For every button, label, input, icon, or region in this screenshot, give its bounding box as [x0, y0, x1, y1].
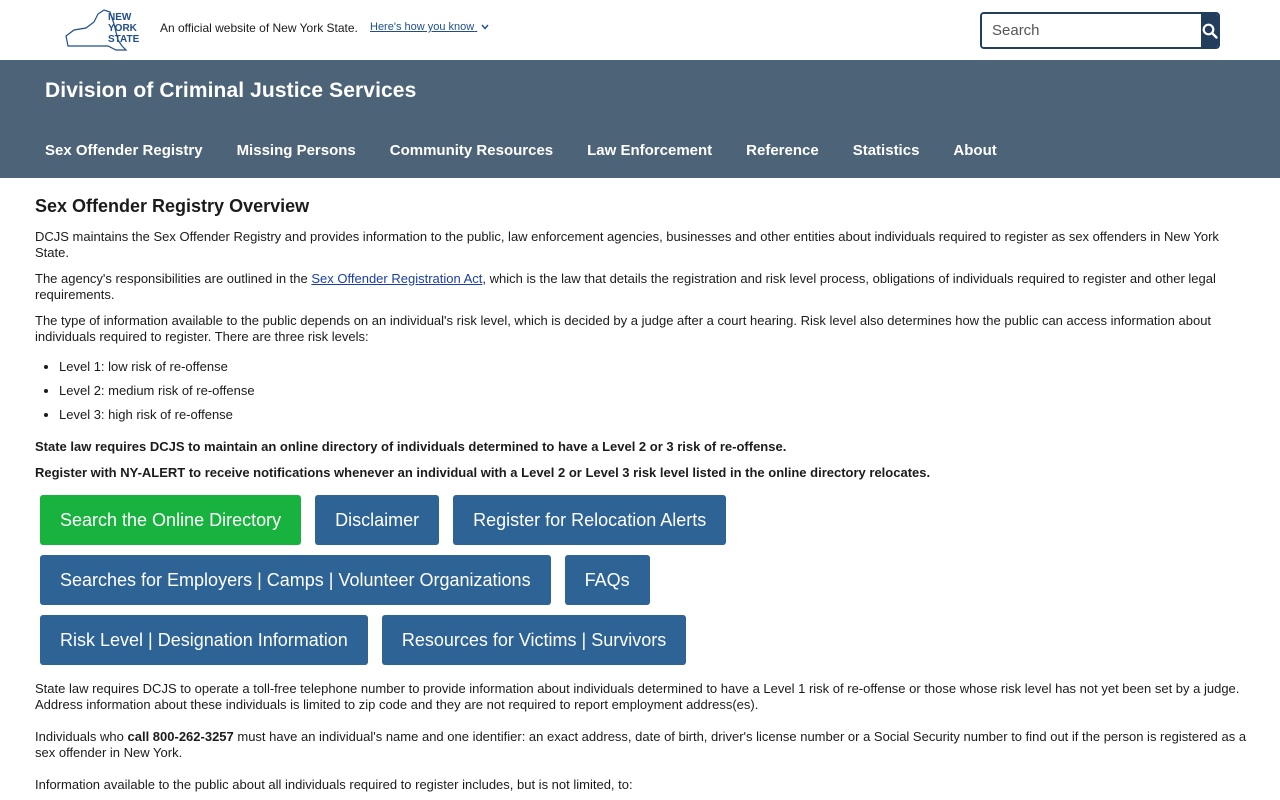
nav-item-about[interactable]: About — [953, 142, 996, 159]
ny-state-logo[interactable]: NEW YORK STATE — [64, 6, 144, 54]
toll-free-paragraph: State law requires DCJS to operate a tol… — [35, 681, 1240, 712]
list-item-level-2: Level 2: medium risk of re-offense — [59, 383, 1250, 399]
logo-text-york: YORK — [108, 23, 138, 34]
phone-number: call 800-262-3257 — [127, 729, 234, 744]
responsibilities-paragraph: The agency's responsibilities are outlin… — [35, 271, 1250, 303]
site-search — [980, 12, 1220, 49]
nav-item-reference[interactable]: Reference — [746, 142, 819, 159]
search-icon — [1202, 23, 1218, 39]
button-row-2: Searches for Employers | Camps | Volunte… — [40, 555, 1250, 605]
page-title: Sex Offender Registry Overview — [35, 196, 310, 216]
main-content: Sex Offender Registry Overview DCJS main… — [35, 196, 1250, 800]
logo-text-new: NEW — [108, 12, 132, 23]
agency-title[interactable]: Division of Criminal Justice Services — [45, 79, 416, 103]
nav-item-missing-persons[interactable]: Missing Persons — [237, 142, 356, 159]
how-you-know-link[interactable]: Here's how you know — [370, 21, 490, 33]
online-directory-notice: State law requires DCJS to maintain an o… — [35, 439, 787, 454]
search-button[interactable] — [1201, 14, 1218, 47]
intro-paragraph: DCJS maintains the Sex Offender Registry… — [35, 229, 1219, 260]
disclaimer-button[interactable]: Disclaimer — [315, 495, 440, 545]
nav-item-statistics[interactable]: Statistics — [853, 142, 920, 159]
agency-header: Division of Criminal Justice Services Se… — [0, 60, 1280, 178]
ny-alert-notice: Register with NY-ALERT to receive notifi… — [35, 465, 931, 480]
risk-level-list: Level 1: low risk of re-offense Level 2:… — [59, 359, 1250, 423]
main-nav: Sex Offender Registry Missing Persons Co… — [45, 142, 1031, 159]
faqs-button[interactable]: FAQs — [564, 555, 650, 605]
call-paragraph: Individuals who call 800-262-3257 must h… — [35, 729, 1250, 761]
public-info-paragraph: Information available to the public abou… — [35, 777, 633, 792]
call-text-pre: Individuals who — [35, 729, 128, 744]
how-you-know-label: Here's how you know — [370, 21, 475, 33]
nav-item-law-enforcement[interactable]: Law Enforcement — [587, 142, 712, 159]
list-item-level-1: Level 1: low risk of re-offense — [59, 359, 1250, 375]
search-input[interactable] — [982, 14, 1201, 47]
button-row-3: Risk Level | Designation Information Res… — [40, 615, 1250, 665]
button-row-1: Search the Online Directory Disclaimer R… — [40, 495, 1250, 545]
risk-info-paragraph: The type of information available to the… — [35, 313, 1212, 344]
relocation-alerts-button[interactable]: Register for Relocation Alerts — [453, 495, 727, 545]
sora-link[interactable]: Sex Offender Registration Act — [311, 271, 482, 286]
official-website-text: An official website of New York State. — [160, 21, 358, 35]
responsibilities-text-pre: The agency's responsibilities are outlin… — [35, 271, 312, 286]
employers-search-button[interactable]: Searches for Employers | Camps | Volunte… — [40, 555, 551, 605]
chevron-down-icon — [481, 24, 489, 30]
risk-level-info-button[interactable]: Risk Level | Designation Information — [40, 615, 368, 665]
nav-item-community-resources[interactable]: Community Resources — [390, 142, 553, 159]
list-item-level-3: Level 3: high risk of re-offense — [59, 407, 1250, 423]
official-banner: NEW YORK STATE An official website of Ne… — [0, 0, 1280, 60]
logo-text-state: STATE — [108, 34, 140, 45]
nav-item-sex-offender-registry[interactable]: Sex Offender Registry — [45, 142, 203, 159]
search-directory-button[interactable]: Search the Online Directory — [40, 495, 302, 545]
victims-resources-button[interactable]: Resources for Victims | Survivors — [381, 615, 687, 665]
